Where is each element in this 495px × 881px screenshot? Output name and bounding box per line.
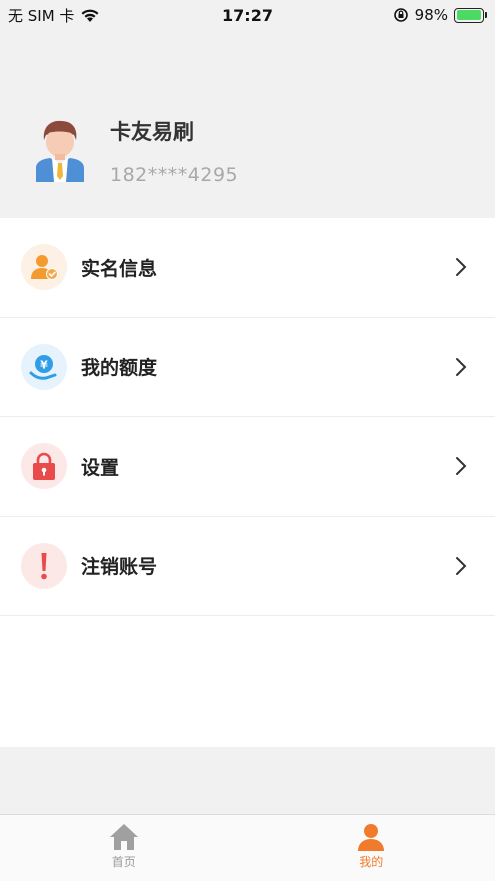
tab-mine[interactable]: 我的 (248, 815, 495, 881)
home-icon (109, 824, 138, 850)
orientation-lock-icon (393, 8, 408, 22)
tab-home-label: 首页 (111, 855, 136, 869)
verified-user-icon (21, 244, 67, 291)
menu-item-delete-account[interactable]: 注销账号 (0, 517, 495, 616)
wifi-icon (81, 9, 99, 22)
tab-bar: 首页 我的 (0, 814, 495, 881)
tab-mine-label: 我的 (359, 855, 384, 869)
status-bar: 无 SIM 卡 17:27 98% (0, 0, 495, 30)
exclamation-icon (21, 542, 67, 589)
person-icon (358, 824, 385, 851)
lock-icon (21, 443, 67, 490)
svg-text:¥: ¥ (40, 358, 48, 371)
chevron-right-icon (456, 258, 467, 277)
chevron-right-icon (456, 357, 467, 376)
menu-item-my-limit[interactable]: ¥ 我的额度 (0, 318, 495, 417)
avatar[interactable] (34, 118, 86, 182)
battery-percent: 98% (414, 6, 448, 24)
profile-phone: 182****4295 (110, 164, 239, 186)
menu-item-real-name-info[interactable]: 实名信息 (0, 218, 495, 318)
battery-icon (454, 7, 487, 23)
menu-item-label: 注销账号 (81, 556, 158, 579)
chevron-right-icon (456, 556, 467, 575)
menu-item-label: 我的额度 (81, 357, 158, 380)
credit-limit-icon: ¥ (21, 343, 67, 390)
menu-list: 实名信息 ¥ 我的额度 设置 注销账号 (0, 218, 495, 747)
menu-item-settings[interactable]: 设置 (0, 417, 495, 517)
profile-header: 卡友易刷 182****4295 (0, 30, 495, 218)
profile-name: 卡友易刷 (110, 120, 194, 144)
menu-item-label: 设置 (81, 456, 120, 479)
menu-item-label: 实名信息 (81, 257, 158, 280)
chevron-right-icon (456, 457, 467, 476)
carrier-label: 无 SIM 卡 (8, 6, 75, 25)
tab-home[interactable]: 首页 (0, 815, 248, 881)
